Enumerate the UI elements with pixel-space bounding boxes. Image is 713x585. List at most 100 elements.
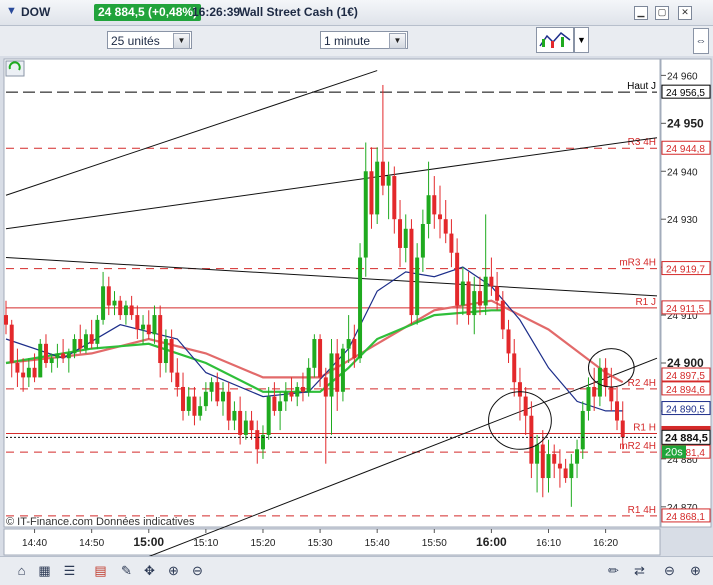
candle-body [620,420,625,438]
candle-body [552,454,557,464]
candle-body [483,276,488,306]
candle-body [72,339,77,354]
candle-body [181,386,186,411]
chevron-down-icon[interactable]: ▼ [6,5,17,17]
clock-time: 16:26:39 [192,5,241,19]
candle-body [609,386,614,402]
candle-body [295,386,300,397]
candle-body [443,219,448,234]
x-tick-label: 15:30 [308,538,333,549]
zoom-plus-icon[interactable]: ⊕ [688,563,703,578]
candle-body [415,257,420,316]
candle-body [38,343,43,378]
candle-body [61,353,66,359]
candle-body [335,353,340,392]
pivot-level-name: R1 H [633,422,656,433]
candle-body [472,291,477,316]
candle-body [283,391,288,402]
candle-body [375,161,380,215]
candle-body [575,449,580,464]
minimize-icon[interactable]: ▁ [634,6,648,20]
home-icon[interactable]: ⌂ [14,563,29,578]
candle-body [9,324,14,364]
current-price-text: 24 884,5 [665,432,708,444]
pivot-level-name: R1 J [635,297,656,308]
chevron-down-icon[interactable]: ▼ [173,33,190,49]
y-tick-label: 24 950 [667,116,704,130]
indicator-chart-icon[interactable] [536,27,574,53]
close-icon[interactable]: ✕ [678,6,692,20]
level-price-tag-text: 24 944,8 [666,144,705,155]
candle-body [192,396,197,416]
candle-body [540,444,545,479]
candle-body [43,343,48,364]
candle-body [563,468,568,479]
units-select[interactable]: 25 unités ▼ [107,31,192,49]
candle-body [323,377,328,397]
chevron-down-icon[interactable]: ▼ [389,33,406,49]
x-tick-label: 14:50 [79,538,104,549]
candle-body [409,228,414,316]
level-price-tag-text: 24 894,6 [666,385,705,396]
x-tick-label: 15:40 [365,538,390,549]
candle-body [358,257,363,359]
maximize-icon[interactable]: ▢ [655,6,669,20]
candle-body [592,386,597,397]
candle-body [106,286,111,306]
x-tick-label: 15:10 [193,538,218,549]
candle-body [123,305,128,316]
candle-body [118,300,123,316]
x-tick-label: 15:00 [133,535,164,549]
y-tick-label: 24 940 [667,167,698,178]
candle-body [272,396,277,411]
arrows-icon[interactable]: ⇄ [632,563,647,578]
candle-body [495,286,500,301]
zoom-out-icon[interactable]: ⊖ [190,563,205,578]
candle-body [369,171,374,215]
x-tick-label: 15:20 [250,538,275,549]
level-price-tag-text: 24 919,7 [666,265,705,276]
candle-body [529,415,534,464]
candle-body [500,300,505,330]
x-tick-label: 15:50 [422,538,447,549]
pen-tool-icon[interactable]: ✏ [606,563,621,578]
candle-body [141,324,146,330]
price-change-badge: 24 884,5 (+0,48%) [94,4,202,21]
level-price-tag-text: 24 911,5 [666,304,705,315]
candle-body [249,420,254,431]
zoom-in-icon[interactable]: ⊕ [166,563,181,578]
chevron-down-icon[interactable]: ▼ [574,27,589,53]
candle-body [4,315,8,325]
calendar-icon[interactable]: ▤ [93,563,108,578]
candle-body [318,339,323,378]
move-icon[interactable]: ✥ [142,563,157,578]
interval-select-value: 1 minute [324,34,371,48]
x-tick-label: 16:10 [536,538,561,549]
price-chart[interactable]: Haut JR3 4HmR3 4HR1 JR2 4HR1 HmR2 4HR1 4… [0,56,713,556]
interval-select[interactable]: 1 minute ▼ [320,31,408,49]
pen-icon[interactable]: ✎ [119,563,134,578]
candle-body [129,305,134,316]
candle-body [386,176,391,186]
candle-body [420,223,425,258]
candle-body [512,353,517,383]
candle-body [15,363,20,373]
candle-body [83,334,88,349]
pivot-level-name: R2 4H [628,378,656,389]
instrument-name: DOW [21,5,51,19]
list-icon[interactable]: ☰ [62,563,77,578]
watermark: © IT-Finance.com Données indicatives [6,516,195,528]
zoom-minus-icon[interactable]: ⊖ [662,563,677,578]
candle-body [186,396,191,411]
candle-body [255,430,260,450]
candle-body [438,214,442,220]
side-panel-toggle-icon[interactable]: ⇔ [693,28,709,54]
candle-body [278,401,283,411]
level-price-tag-text: 24 868,1 [666,512,705,523]
candle-body [380,161,385,186]
candle-body [152,315,157,335]
candle-body [175,372,180,387]
instrument-title: Wall Street Cash (1€) [239,5,358,19]
y-tick-label: 24 960 [667,71,698,82]
calculator-icon[interactable]: ▦ [37,563,52,578]
